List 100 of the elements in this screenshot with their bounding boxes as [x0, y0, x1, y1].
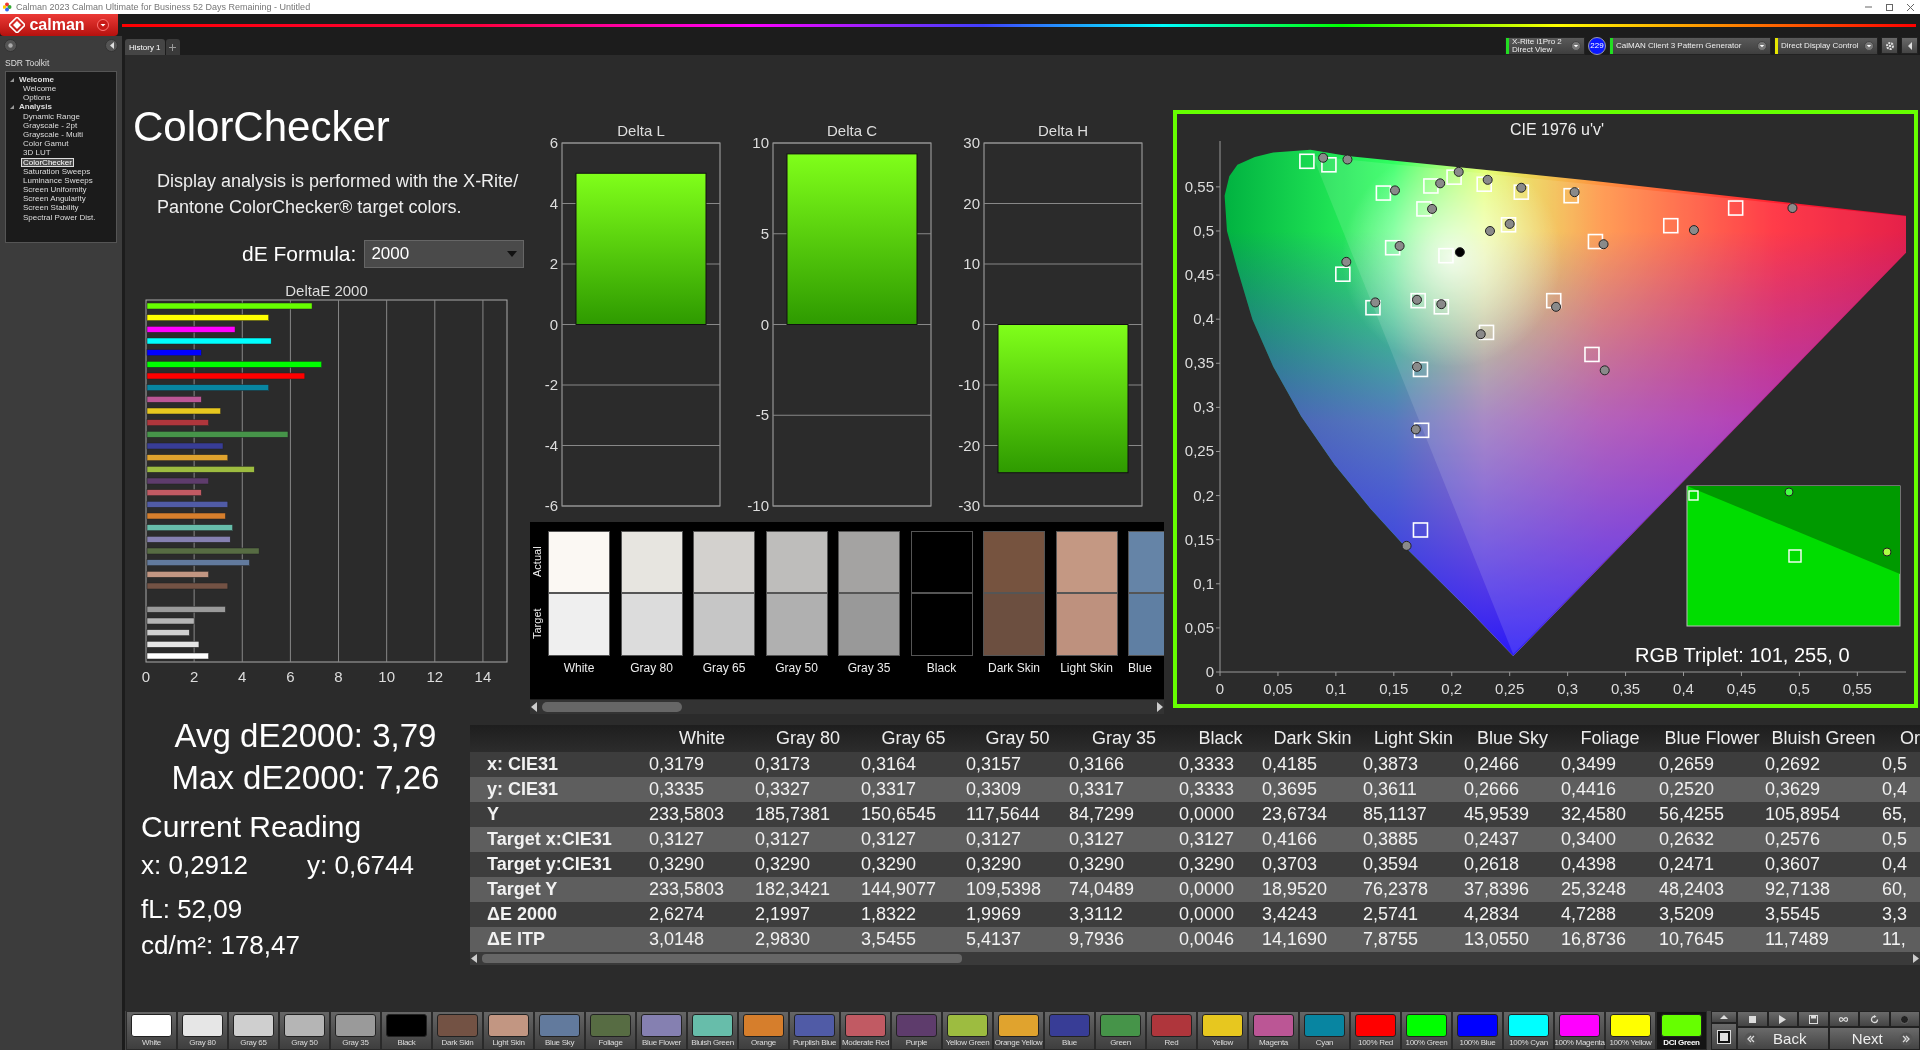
chart-title: Delta H	[1038, 122, 1088, 139]
tree-item[interactable]: Luminance Sweeps	[21, 175, 95, 186]
swatch-button[interactable]: Moderate Red	[840, 1011, 891, 1050]
swatch-button[interactable]: Yellow Green	[942, 1011, 993, 1050]
device-selector[interactable]: CalMAN Client 3 Pattern Generator	[1609, 36, 1771, 55]
panel-title: SDR Toolkit	[5, 58, 51, 68]
tree-item[interactable]: Grayscale - 2pt	[21, 120, 80, 131]
swatch-button[interactable]: Orange	[738, 1011, 789, 1050]
stop-icon	[1717, 1029, 1731, 1044]
axis-tick-label: 0,5	[1788, 680, 1810, 697]
swatch-button[interactable]: Foliage	[585, 1011, 636, 1050]
loop-button[interactable]	[1828, 1011, 1859, 1027]
swatch-button[interactable]: 100% Blue	[1452, 1011, 1503, 1050]
close-icon[interactable]	[1907, 3, 1914, 11]
measured-marker	[1454, 247, 1465, 258]
table-cell: 10,7645	[1659, 927, 1765, 952]
tab[interactable]: History 1	[125, 39, 165, 55]
table-cell: 0,2618	[1464, 852, 1561, 877]
swatch-button[interactable]: Blue Flower	[636, 1011, 687, 1050]
swatch-button[interactable]: Light Skin	[483, 1011, 534, 1050]
scroll-thumb[interactable]	[482, 954, 962, 963]
swatch-button[interactable]: Purplish Blue	[789, 1011, 840, 1050]
swatch-button[interactable]: 100% Green	[1401, 1011, 1452, 1050]
stop-button[interactable]	[1737, 1011, 1768, 1027]
tree-item[interactable]: Welcome	[21, 84, 59, 94]
tree-item[interactable]: 3D LUT	[21, 148, 53, 158]
swatch-button[interactable]: Green	[1095, 1011, 1146, 1050]
target-marker	[1384, 239, 1401, 256]
collapse-button[interactable]	[1901, 37, 1918, 54]
table-cell: 11,	[1882, 927, 1920, 952]
swatch-button[interactable]: Orange Yellow	[993, 1011, 1044, 1050]
tree-item[interactable]: Screen Angularity	[21, 194, 88, 204]
table-cell: 0,3127	[861, 827, 966, 852]
next-button[interactable]: Next	[1828, 1027, 1920, 1050]
play-button[interactable]	[1767, 1011, 1798, 1027]
tree-item[interactable]: Screen Stability	[21, 203, 81, 213]
tree-item[interactable]: Screen Uniformity	[21, 185, 89, 195]
expanded-triangle-icon[interactable]	[9, 104, 15, 111]
swatch-button[interactable]: Cyan	[1299, 1011, 1350, 1050]
table-cell: 0,3400	[1561, 827, 1659, 852]
swatch-button[interactable]: Bluish Green	[687, 1011, 738, 1050]
axis-tick-label: -5	[755, 406, 769, 424]
back-button[interactable]: Back	[1737, 1027, 1829, 1050]
swatch-button[interactable]: 100% Cyan	[1503, 1011, 1554, 1050]
device-selector[interactable]: Direct Display Control	[1774, 36, 1878, 55]
double-chevron-left-icon	[1744, 1031, 1758, 1046]
tree-item[interactable]: Dynamic Range	[21, 111, 82, 122]
expanded-triangle-icon[interactable]	[9, 76, 15, 83]
logo-menu-button[interactable]: calman	[0, 14, 118, 36]
axis-tick-label: 0,3	[1193, 398, 1214, 416]
tree-item[interactable]: Analysis	[17, 102, 54, 112]
device-selector[interactable]: X-Rite i1Pro 2 Direct View	[1505, 36, 1585, 55]
swatch-button[interactable]: Dark Skin	[432, 1011, 483, 1050]
axis-tick-label: 2	[549, 255, 558, 272]
measured-marker	[1370, 297, 1381, 308]
table-cell: 2,9830	[755, 927, 861, 952]
collapse-button[interactable]	[105, 39, 118, 52]
swatch-button[interactable]: DCI Green	[1656, 1011, 1707, 1050]
scrollbar[interactable]	[470, 952, 1920, 965]
tree-item[interactable]: Options	[21, 93, 53, 103]
tree-item[interactable]: Welcome	[17, 74, 56, 85]
swatch-button[interactable]: Gray 65	[228, 1011, 279, 1050]
scrollbar[interactable]	[530, 699, 1164, 714]
swatch-button[interactable]: Magenta	[1248, 1011, 1299, 1050]
swatch-button[interactable]: 100% Red	[1350, 1011, 1401, 1050]
table-cell: 117,5644	[966, 802, 1069, 827]
swatch-button[interactable]: 100% Magenta	[1554, 1011, 1605, 1050]
tree-item[interactable]: Saturation Sweeps	[21, 166, 93, 177]
stop-button[interactable]	[1711, 1023, 1737, 1050]
swatch-button[interactable]: White	[126, 1011, 177, 1050]
formula-dropdown[interactable]: 2000	[364, 240, 525, 268]
swatch-button[interactable]: Yellow	[1197, 1011, 1248, 1050]
table-cell: 0,3317	[1069, 777, 1179, 802]
add-tab-button[interactable]	[165, 39, 180, 55]
tree-item[interactable]: Color Gamut	[21, 139, 71, 149]
axis-tick-label: 0,1	[1325, 680, 1347, 697]
swatch-button[interactable]: Red	[1146, 1011, 1197, 1050]
refresh-button[interactable]	[1859, 1011, 1890, 1027]
collapse-button[interactable]	[1711, 1011, 1737, 1023]
settings-button[interactable]	[1881, 37, 1898, 54]
swatch-button[interactable]: 100% Yellow	[1605, 1011, 1656, 1050]
axis-tick-label: 12	[426, 668, 444, 685]
chart-title: Delta L	[617, 122, 665, 139]
pin-button[interactable]	[4, 39, 17, 52]
swatch-button[interactable]: Purple	[891, 1011, 942, 1050]
table-cell: 16,8736	[1561, 927, 1659, 952]
maximize-icon[interactable]	[1886, 3, 1893, 11]
tree-item[interactable]: Grayscale - Multi	[21, 129, 85, 140]
swatch-button[interactable]: Gray 35	[330, 1011, 381, 1050]
tree-item[interactable]: Spectral Power Dist.	[21, 212, 98, 223]
column-header: Foliage	[1561, 725, 1659, 752]
scroll-thumb[interactable]	[542, 702, 682, 712]
swatch-button[interactable]: Blue	[1044, 1011, 1095, 1050]
swatch-button[interactable]: Black	[381, 1011, 432, 1050]
save-button[interactable]	[1798, 1011, 1829, 1027]
table-cell: 0,2632	[1659, 827, 1765, 852]
swatch-button[interactable]: Gray 50	[279, 1011, 330, 1050]
tree-item[interactable]: ColorChecker	[21, 157, 74, 168]
swatch-button[interactable]: Blue Sky	[534, 1011, 585, 1050]
swatch-button[interactable]: Gray 80	[177, 1011, 228, 1050]
